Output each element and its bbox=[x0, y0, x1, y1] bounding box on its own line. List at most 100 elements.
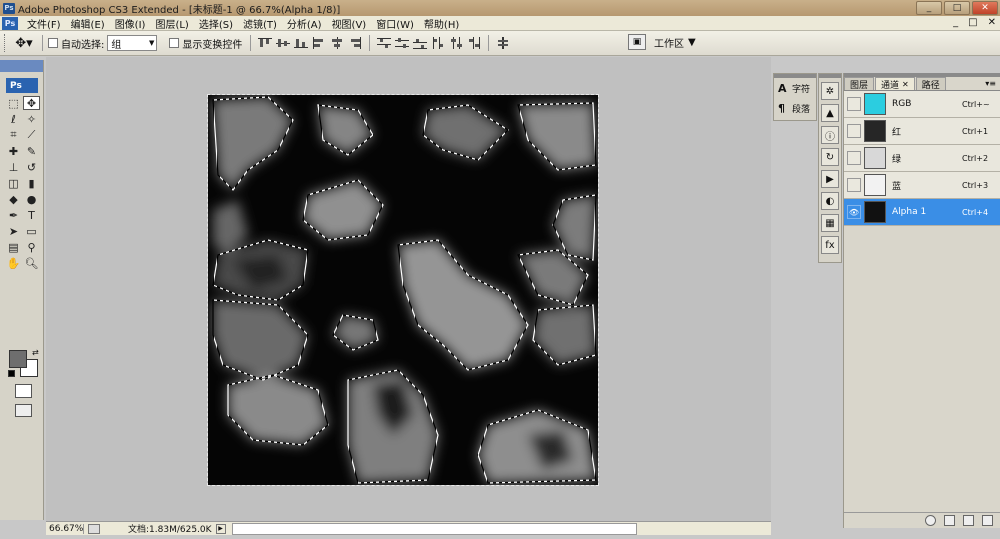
distribute-top-icon[interactable] bbox=[376, 36, 392, 50]
distribute-right-icon[interactable] bbox=[466, 36, 482, 50]
eraser-tool-icon[interactable]: ◫ bbox=[5, 176, 22, 190]
healing-tool-icon[interactable]: ✚ bbox=[5, 144, 22, 158]
history-icon[interactable]: ↻ bbox=[821, 148, 839, 166]
align-top-icon[interactable] bbox=[257, 36, 273, 50]
screen-mode-icon[interactable] bbox=[15, 404, 32, 417]
align-bottom-icon[interactable] bbox=[293, 36, 309, 50]
workspace-button[interactable]: 工作区 ▼ bbox=[654, 35, 696, 50]
ps-badge-icon[interactable]: Ps bbox=[6, 78, 38, 93]
distribute-hcenter-icon[interactable] bbox=[448, 36, 464, 50]
doc-close-button[interactable]: ✕ bbox=[988, 17, 996, 28]
foreground-color-swatch[interactable] bbox=[9, 350, 27, 368]
channel-row[interactable]: RGB Ctrl+~ bbox=[844, 91, 1000, 118]
character-panel-button[interactable]: A 字符 bbox=[774, 78, 816, 98]
swap-colors-icon[interactable]: ⇄ bbox=[32, 348, 39, 357]
menu-analysis[interactable]: 分析(A) bbox=[282, 16, 327, 31]
magic-wand-tool-icon[interactable]: ✧ bbox=[23, 112, 40, 126]
new-channel-icon[interactable] bbox=[963, 515, 974, 526]
type-tool-icon[interactable]: T bbox=[23, 208, 40, 222]
stamp-tool-icon[interactable]: ⊥ bbox=[5, 160, 22, 174]
doc-minimize-button[interactable]: _ bbox=[953, 17, 958, 28]
options-grip[interactable] bbox=[4, 34, 7, 52]
distribute-bottom-icon[interactable] bbox=[412, 36, 428, 50]
distribute-vcenter-icon[interactable] bbox=[394, 36, 410, 50]
actions-icon[interactable]: ▶ bbox=[821, 170, 839, 188]
styles-icon[interactable]: fx bbox=[821, 236, 839, 254]
menu-layer[interactable]: 图层(L) bbox=[150, 16, 193, 31]
lasso-tool-icon[interactable]: ℓ bbox=[5, 112, 22, 126]
menu-help[interactable]: 帮助(H) bbox=[419, 16, 464, 31]
delete-channel-icon[interactable] bbox=[982, 515, 993, 526]
default-colors-icon[interactable] bbox=[8, 370, 15, 377]
maximize-button[interactable]: □ bbox=[944, 1, 970, 15]
move-tool-icon[interactable]: ✥ bbox=[23, 96, 40, 110]
document-canvas[interactable] bbox=[207, 94, 599, 486]
history-brush-tool-icon[interactable]: ↺ bbox=[23, 160, 40, 174]
load-selection-icon[interactable] bbox=[925, 515, 936, 526]
align-vcenter-icon[interactable] bbox=[275, 36, 291, 50]
bridge-icon[interactable]: ▣ bbox=[628, 34, 646, 50]
dodge-tool-icon[interactable]: ● bbox=[23, 192, 40, 206]
dock-header[interactable] bbox=[819, 74, 841, 78]
menu-filter[interactable]: 滤镜(T) bbox=[238, 16, 282, 31]
auto-select-checkbox[interactable] bbox=[48, 38, 58, 48]
brush-tool-icon[interactable]: ✎ bbox=[23, 144, 40, 158]
path-select-tool-icon[interactable]: ➤ bbox=[5, 224, 22, 238]
tab-paths[interactable]: 路径 bbox=[915, 77, 946, 91]
visibility-eye-icon[interactable] bbox=[847, 151, 861, 165]
marquee-tool-icon[interactable]: ⬚ bbox=[5, 96, 22, 110]
menu-view[interactable]: 视图(V) bbox=[327, 16, 372, 31]
panel-menu-icon[interactable]: ▾≡ bbox=[985, 79, 996, 88]
channel-row[interactable]: 绿 Ctrl+2 bbox=[844, 145, 1000, 172]
info-icon[interactable]: ⓘ bbox=[821, 126, 839, 144]
move-tool-preset-icon[interactable]: ✥▾ bbox=[11, 34, 37, 52]
tab-layers[interactable]: 图层 bbox=[844, 77, 875, 91]
menu-file[interactable]: 文件(F) bbox=[22, 16, 66, 31]
zoom-tool-icon[interactable]: 🔍︎ bbox=[23, 256, 40, 270]
close-button[interactable]: ✕ bbox=[972, 1, 998, 15]
toolbox-header[interactable] bbox=[0, 60, 43, 72]
horizontal-scrollbar[interactable] bbox=[231, 522, 637, 535]
zoom-level[interactable]: 66.67% bbox=[46, 523, 84, 534]
pen-tool-icon[interactable]: ✒ bbox=[5, 208, 22, 222]
menu-select[interactable]: 选择(S) bbox=[194, 16, 238, 31]
channel-row[interactable]: 蓝 Ctrl+3 bbox=[844, 172, 1000, 199]
blur-tool-icon[interactable]: ◆ bbox=[5, 192, 22, 206]
slice-tool-icon[interactable]: ⟋ bbox=[23, 128, 40, 142]
show-transform-checkbox[interactable] bbox=[169, 38, 180, 48]
close-tab-icon[interactable]: ✕ bbox=[902, 80, 909, 89]
quick-mask-icon[interactable] bbox=[15, 384, 32, 398]
status-info-icon[interactable] bbox=[88, 523, 100, 534]
eyedropper-tool-icon[interactable]: ⚲ bbox=[23, 240, 40, 254]
minimize-button[interactable]: _ bbox=[916, 1, 942, 15]
notes-tool-icon[interactable]: ▤ bbox=[5, 240, 22, 254]
channel-row[interactable]: 👁︎ Alpha 1 Ctrl+4 bbox=[844, 199, 1000, 226]
status-menu-icon[interactable]: ▶ bbox=[215, 523, 226, 534]
navigator-icon[interactable]: ✲ bbox=[821, 82, 839, 100]
swatches-icon[interactable]: ▦ bbox=[821, 214, 839, 232]
menu-edit[interactable]: 编辑(E) bbox=[66, 16, 110, 31]
menu-image[interactable]: 图像(I) bbox=[110, 16, 151, 31]
menu-window[interactable]: 窗口(W) bbox=[371, 16, 419, 31]
ps-logo-icon[interactable]: Ps bbox=[2, 16, 18, 30]
shape-tool-icon[interactable]: ▭ bbox=[23, 224, 40, 238]
visibility-eye-icon[interactable] bbox=[847, 97, 861, 111]
visibility-eye-icon[interactable] bbox=[847, 124, 861, 138]
distribute-left-icon[interactable] bbox=[430, 36, 446, 50]
align-hcenter-icon[interactable] bbox=[329, 36, 345, 50]
histogram-icon[interactable]: ▲ bbox=[821, 104, 839, 122]
auto-align-icon[interactable] bbox=[495, 36, 511, 50]
paragraph-panel-button[interactable]: ¶ 段落 bbox=[774, 98, 816, 118]
gradient-tool-icon[interactable]: ▮ bbox=[23, 176, 40, 190]
visibility-eye-icon[interactable] bbox=[847, 178, 861, 192]
tab-channels[interactable]: 通道 ✕ bbox=[875, 77, 915, 91]
align-left-icon[interactable] bbox=[311, 36, 327, 50]
color-icon[interactable]: ◐ bbox=[821, 192, 839, 210]
doc-restore-button[interactable]: □ bbox=[968, 17, 977, 28]
auto-select-dropdown[interactable]: 组 ▼ bbox=[107, 35, 158, 51]
hand-tool-icon[interactable]: ✋ bbox=[5, 256, 22, 270]
save-selection-icon[interactable] bbox=[944, 515, 955, 526]
crop-tool-icon[interactable]: ⌗ bbox=[5, 128, 22, 142]
channel-row[interactable]: 红 Ctrl+1 bbox=[844, 118, 1000, 145]
align-right-icon[interactable] bbox=[347, 36, 363, 50]
